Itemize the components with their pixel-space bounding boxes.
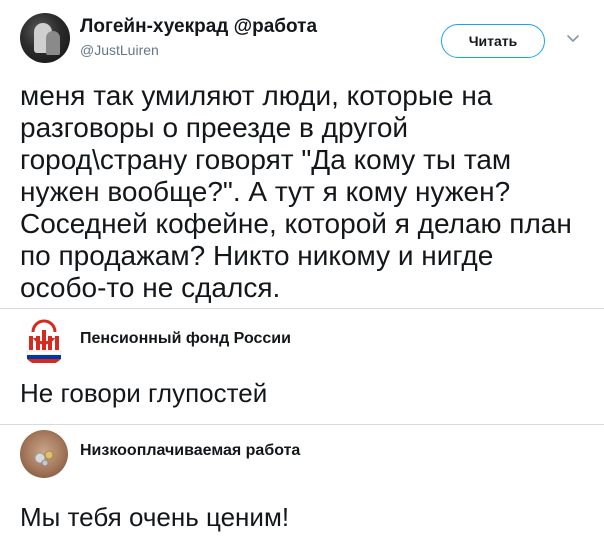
tweet-text-line: Соседней кофейне, которой я делаю план <box>20 208 572 239</box>
tweet-header: Логейн-хуекрад @работа @JustLuiren Читат… <box>18 10 588 70</box>
tweet-text-line: город\страну говорят "Да кому ты там <box>20 144 512 175</box>
follow-button[interactable]: Читать <box>441 24 545 58</box>
tweet-text: меня так умиляют люди, которые на разгов… <box>20 80 590 304</box>
reply-text: Не говори глупостей <box>20 378 268 408</box>
tweet-text-line: по продажам? Никто никому и нигде <box>20 240 494 271</box>
tweet-text-line: нужен вообще?". А тут я кому нужен? <box>20 176 511 207</box>
pfr-logo-icon[interactable] <box>20 318 68 366</box>
chevron-down-icon[interactable] <box>565 31 581 47</box>
reply-header: Пенсионный фонд России <box>20 318 580 368</box>
tweet-text-line: меня так умиляют люди, которые на <box>20 80 493 111</box>
author-name[interactable]: Логейн-хуекрад @работа <box>80 16 317 38</box>
reply-author-name[interactable]: Пенсионный фонд России <box>80 330 291 348</box>
tweet-text-line: особо-то не сдался. <box>20 272 281 303</box>
divider <box>0 424 604 425</box>
author-handle[interactable]: @JustLuiren <box>80 42 159 58</box>
hand-with-coins-icon[interactable] <box>20 430 68 478</box>
reply-text: Мы тебя очень ценим! <box>20 502 290 532</box>
reply-header: Низкооплачиваемая работа <box>20 430 580 480</box>
divider <box>0 308 604 309</box>
reply-author-name[interactable]: Низкооплачиваемая работа <box>80 442 300 460</box>
tweet-text-line: разговоры о преезде в другой <box>20 112 409 143</box>
avatar[interactable] <box>20 13 70 63</box>
